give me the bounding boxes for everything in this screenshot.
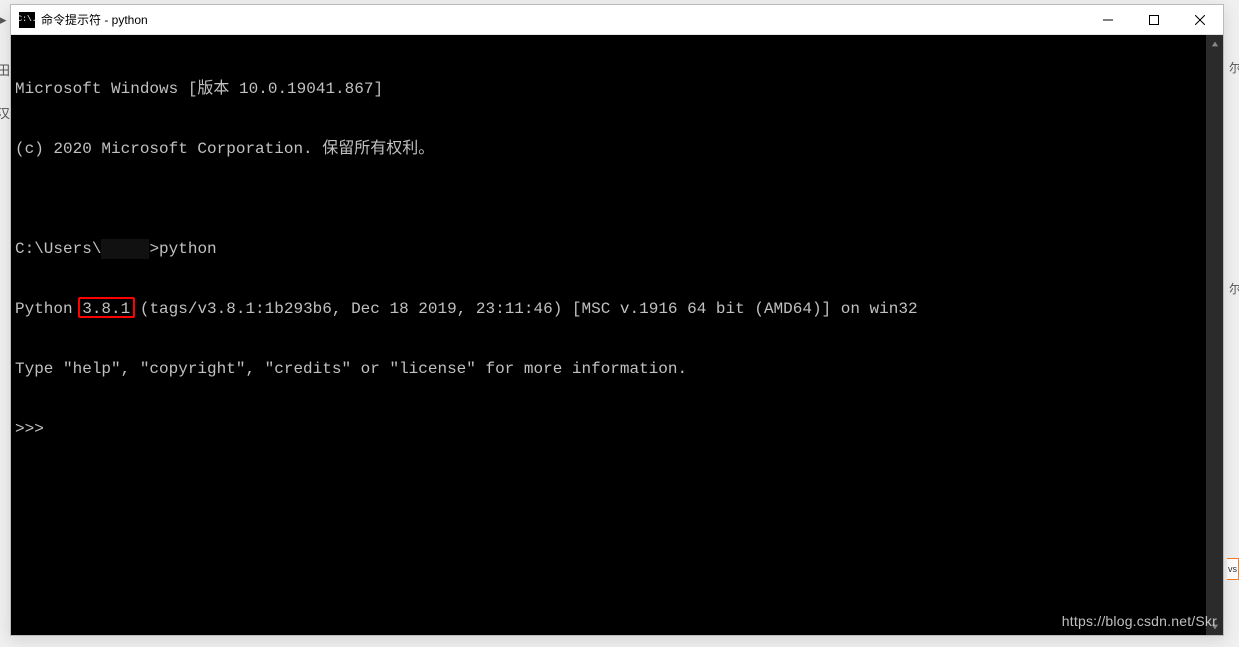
fragment-cn-r1: 尔 bbox=[1229, 59, 1239, 76]
window-title: 命令提示符 - python bbox=[41, 11, 1085, 28]
maximize-button[interactable] bbox=[1131, 5, 1177, 34]
fragment-vs-badge: vs bbox=[1227, 558, 1239, 580]
cmd-app-icon: C:\. bbox=[19, 12, 35, 28]
background-right-fragments: 尔 尔 vs bbox=[1227, 0, 1239, 647]
terminal-line: (c) 2020 Microsoft Corporation. 保留所有权利。 bbox=[15, 139, 1223, 159]
terminal-line: Microsoft Windows [版本 10.0.19041.867] bbox=[15, 79, 1223, 99]
python-version-line: Python 3.8.1 (tags/v3.8.1:1b293b6, Dec 1… bbox=[15, 299, 1223, 319]
scroll-up-icon[interactable] bbox=[1206, 35, 1223, 52]
watermark-text: https://blog.csdn.net/Skr bbox=[1062, 611, 1217, 631]
cmd-window: C:\. 命令提示符 - python Microsoft Windows [版… bbox=[10, 4, 1224, 636]
fragment-cn-2: 汉 bbox=[0, 103, 10, 122]
background-left-fragments: ▸ 田 汉 bbox=[0, 0, 10, 647]
titlebar[interactable]: C:\. 命令提示符 - python bbox=[11, 5, 1223, 35]
python-prompt: >>> bbox=[15, 419, 1223, 439]
minimize-button[interactable] bbox=[1085, 5, 1131, 34]
fragment-cn-r2: 尔 bbox=[1229, 280, 1239, 297]
fragment-arrow-icon: ▸ bbox=[0, 12, 7, 28]
terminal-prompt-line: C:\Users\ >python bbox=[15, 239, 1223, 259]
vertical-scrollbar[interactable] bbox=[1206, 35, 1223, 635]
window-controls bbox=[1085, 5, 1223, 34]
close-button[interactable] bbox=[1177, 5, 1223, 34]
terminal-line: Type "help", "copyright", "credits" or "… bbox=[15, 359, 1223, 379]
fragment-cn-1: 田 bbox=[0, 60, 10, 79]
redacted-username bbox=[101, 239, 149, 259]
python-version-number: 3.8.1 bbox=[82, 300, 130, 318]
terminal-area[interactable]: Microsoft Windows [版本 10.0.19041.867] (c… bbox=[11, 35, 1223, 635]
